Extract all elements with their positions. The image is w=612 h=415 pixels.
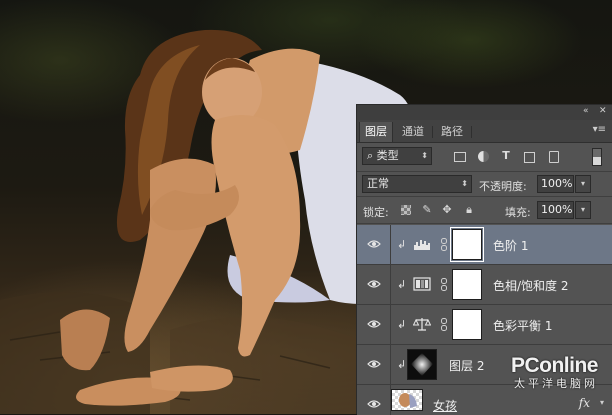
chevron-updown-icon: ⬍ xyxy=(461,179,468,188)
layer-mask-thumbnail[interactable] xyxy=(452,269,482,300)
type-filter-icon[interactable]: T xyxy=(500,150,512,162)
layer-row-layer-2[interactable]: ↲ 图层 2 xyxy=(357,345,612,385)
layer-row-levels[interactable]: ↲ 色阶 1 xyxy=(357,225,612,265)
blend-mode-value: 正常 xyxy=(367,177,389,190)
layers-list: ↲ 色阶 1 ↲ 色相/饱和度 2 ↲ 色彩平衡 1 ↲ 图层 2 女孩 fx … xyxy=(357,225,612,415)
panel-tab-bar: 图层 通道 路径 xyxy=(357,120,612,143)
clipping-arrow-icon: ↲ xyxy=(397,358,407,371)
fill-label: 填充: xyxy=(505,206,531,219)
fill-field[interactable]: 100% xyxy=(537,201,574,219)
opacity-dropdown-icon[interactable]: ▾ xyxy=(575,175,591,193)
opacity-field[interactable]: 100% xyxy=(537,175,574,193)
chevron-updown-icon: ⬍ xyxy=(421,151,428,160)
filter-kind-label: ⌕ 类型 xyxy=(367,149,399,162)
smart-object-filter-icon[interactable] xyxy=(549,151,559,163)
image-filter-icon[interactable] xyxy=(454,152,466,162)
layer-row-hue-saturation[interactable]: ↲ 色相/饱和度 2 xyxy=(357,265,612,305)
filter-toggle-switch[interactable] xyxy=(592,148,602,166)
divider xyxy=(390,345,391,384)
photo-thumbnail-graphic xyxy=(399,393,417,408)
collapse-panel-icon[interactable]: « xyxy=(583,106,589,116)
visibility-eye-icon[interactable] xyxy=(367,359,381,369)
tab-divider xyxy=(432,126,433,138)
shape-filter-icon[interactable] xyxy=(524,152,535,163)
layers-panel: « ✕ 图层 通道 路径 ▾≡ ⌕ 类型 ⬍ T 正常 ⬍ 不透明度: 100%… xyxy=(356,104,612,415)
color-balance-icon[interactable] xyxy=(413,317,431,331)
panel-title-bar: « ✕ xyxy=(357,105,612,120)
hue-saturation-icon[interactable] xyxy=(413,277,431,291)
layer-name[interactable]: 色相/饱和度 2 xyxy=(493,277,569,294)
lock-position-icon[interactable]: ✥ xyxy=(441,204,453,216)
clipping-arrow-icon: ↲ xyxy=(397,318,407,331)
layer-name[interactable]: 女孩 xyxy=(433,397,457,414)
layer-name[interactable]: 色彩平衡 1 xyxy=(493,317,552,334)
lock-image-pixels-icon[interactable]: ✎ xyxy=(421,204,433,216)
layer-thumbnail-graphic xyxy=(411,353,433,376)
layer-row-girl[interactable]: 女孩 fx ▾ xyxy=(357,385,612,415)
layer-thumbnail[interactable] xyxy=(407,349,437,380)
lock-label: 锁定: xyxy=(363,206,389,219)
chevron-down-icon[interactable]: ▾ xyxy=(600,398,604,407)
opacity-label: 不透明度: xyxy=(479,180,527,193)
levels-icon[interactable] xyxy=(413,237,431,251)
close-panel-icon[interactable]: ✕ xyxy=(599,106,607,116)
blend-row: 正常 ⬍ 不透明度: 100% ▾ xyxy=(357,172,612,196)
divider xyxy=(390,305,391,344)
layer-effects-icon[interactable]: fx xyxy=(579,396,590,410)
visibility-eye-icon[interactable] xyxy=(367,279,381,289)
tab-paths[interactable]: 路径 xyxy=(436,122,468,142)
layer-name[interactable]: 图层 2 xyxy=(449,357,484,374)
layer-filter-row: ⌕ 类型 ⬍ T xyxy=(357,143,612,171)
divider xyxy=(390,265,391,304)
blend-mode-select[interactable]: 正常 ⬍ xyxy=(362,175,472,193)
mask-link-icon[interactable] xyxy=(441,318,447,331)
visibility-eye-icon[interactable] xyxy=(367,399,381,409)
clipping-arrow-icon: ↲ xyxy=(397,278,407,291)
layer-name[interactable]: 色阶 1 xyxy=(493,237,528,254)
lock-row: 锁定: ✎ ✥ 🔒︎ 填充: 100% ▾ xyxy=(357,197,612,223)
layer-mask-thumbnail[interactable] xyxy=(452,309,482,340)
visibility-eye-icon[interactable] xyxy=(367,319,381,329)
adjustment-filter-icon[interactable] xyxy=(478,151,489,162)
clipping-arrow-icon: ↲ xyxy=(397,238,407,251)
filter-kind-select[interactable]: ⌕ 类型 ⬍ xyxy=(362,147,432,165)
visibility-eye-icon[interactable] xyxy=(367,239,381,249)
tab-divider xyxy=(471,126,472,138)
panel-menu-icon[interactable]: ▾≡ xyxy=(593,124,606,135)
lock-transparent-pixels-icon[interactable] xyxy=(401,205,411,215)
mask-link-icon[interactable] xyxy=(441,238,447,251)
tab-layers[interactable]: 图层 xyxy=(359,122,393,142)
layer-row-color-balance[interactable]: ↲ 色彩平衡 1 xyxy=(357,305,612,345)
photo-thumbnail[interactable] xyxy=(391,389,423,411)
divider xyxy=(357,223,612,224)
layer-mask-thumbnail[interactable] xyxy=(450,227,484,262)
fill-dropdown-icon[interactable]: ▾ xyxy=(575,201,591,219)
tab-channels[interactable]: 通道 xyxy=(397,122,429,142)
mask-link-icon[interactable] xyxy=(441,278,447,291)
divider xyxy=(390,225,391,264)
lock-all-icon[interactable]: 🔒︎ xyxy=(463,204,475,216)
